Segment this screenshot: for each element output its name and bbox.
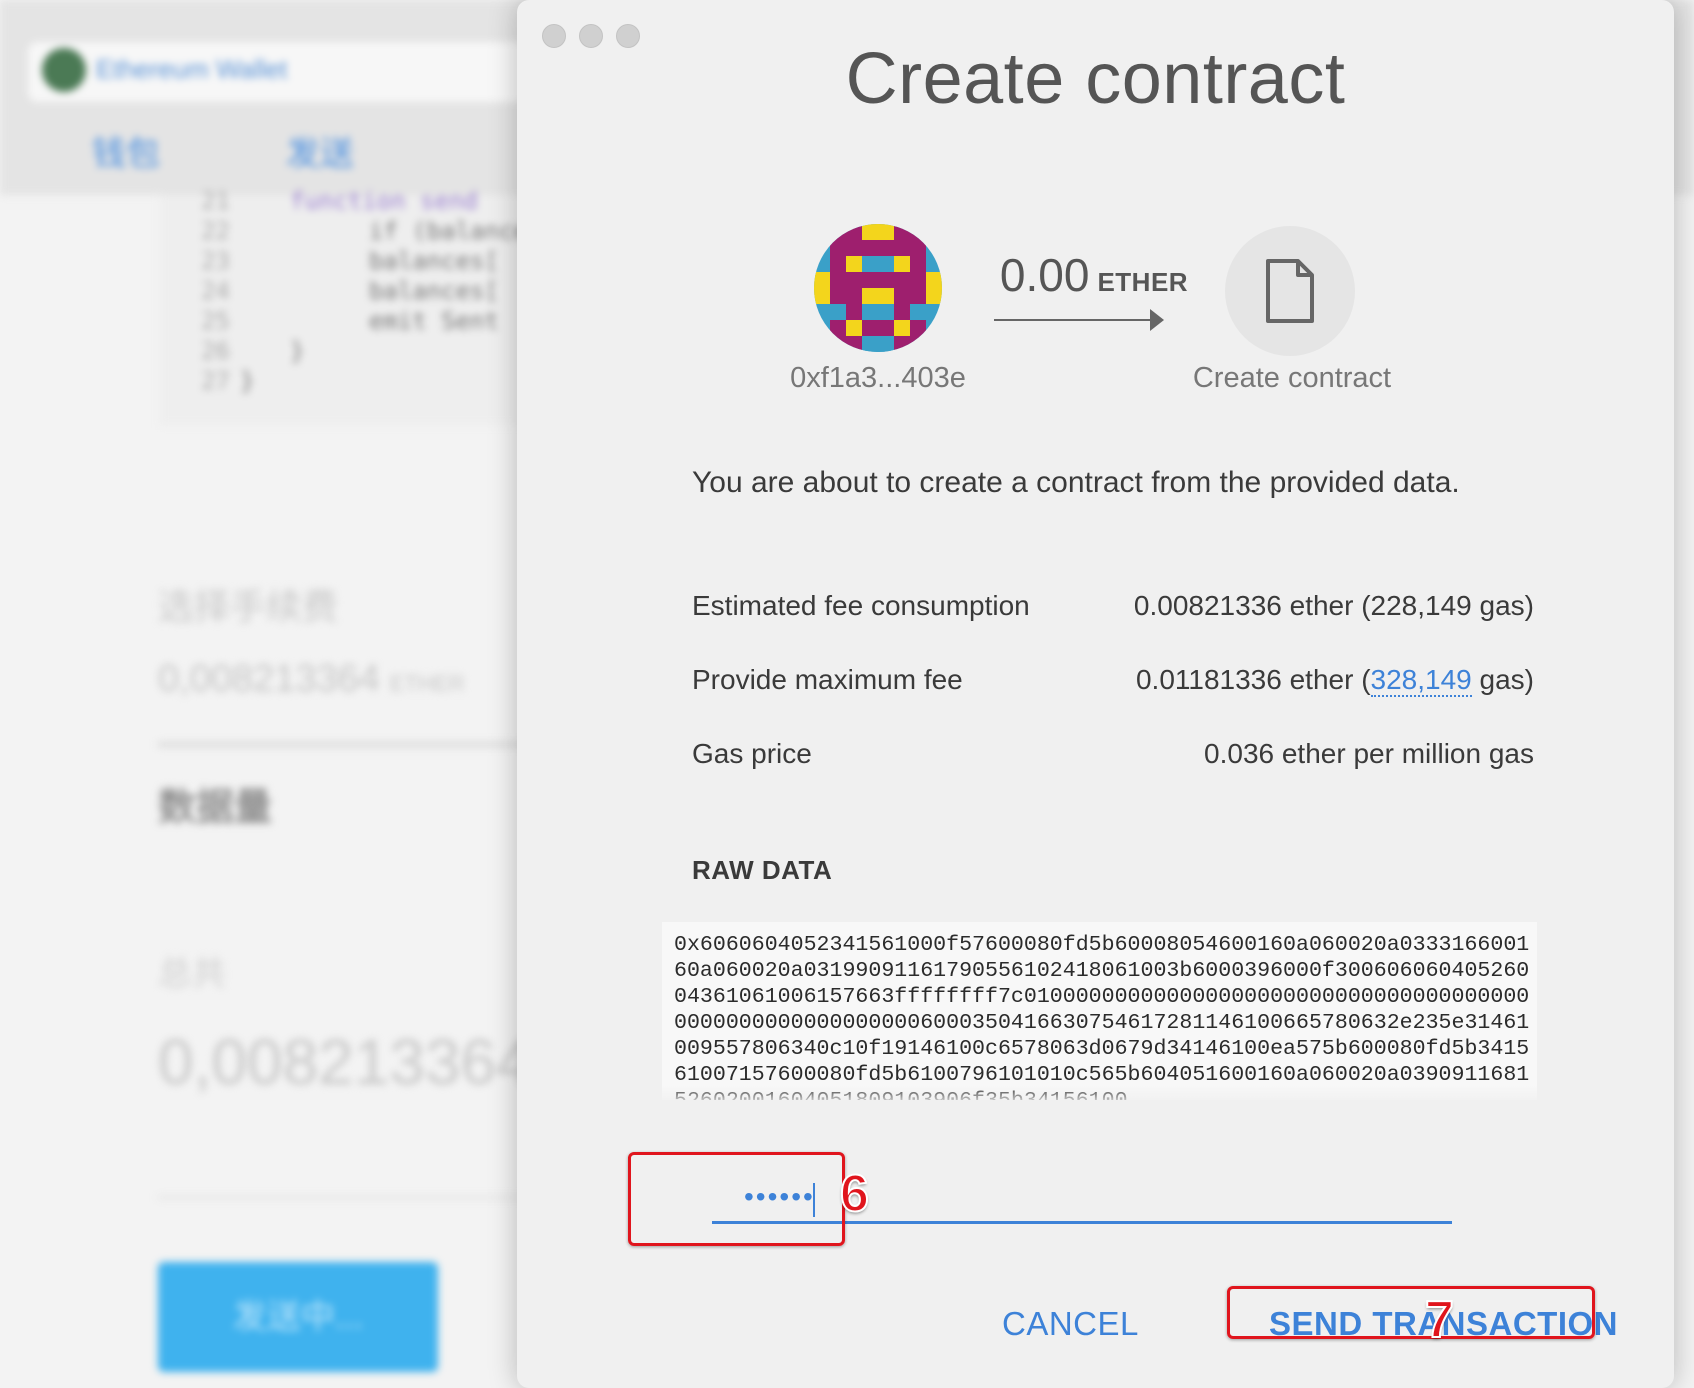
dialog-title: Create contract <box>845 39 1346 119</box>
bg-nav-wallet: 钱包 <box>92 135 160 173</box>
gas-price-value: 0.036 ether per million gas <box>1204 738 1534 769</box>
bg-divider <box>158 742 578 747</box>
intro-text: You are about to create a contract from … <box>692 466 1460 499</box>
bg-code-line: balances[ <box>340 277 499 305</box>
contract-file-icon <box>1225 226 1355 356</box>
bg-fee-value: 0,008213364 ETHER <box>158 658 464 701</box>
bg-line-number: 21 <box>201 187 230 215</box>
wallet-logo-icon <box>42 48 86 92</box>
bg-code-editor: 21 function send 22 if (balance 23 balan… <box>160 187 560 425</box>
bg-divider <box>158 1196 578 1199</box>
max-fee-suffix: gas) <box>1471 664 1534 695</box>
raw-data-box[interactable]: 0x6060604052341561000f57600080fd5b600080… <box>662 922 1537 1100</box>
annotation-box-send <box>1227 1286 1595 1339</box>
annotation-step-6: 6 <box>839 1164 870 1224</box>
raw-data-text: 0x6060604052341561000f57600080fd5b600080… <box>674 933 1530 1100</box>
arrow-right-icon <box>994 309 1164 331</box>
bg-line-number: 24 <box>201 277 230 305</box>
bg-code-line: balances[ <box>340 247 499 275</box>
recipient-label: Create contract <box>1192 362 1392 394</box>
bg-code-line: if (balance <box>340 217 528 245</box>
raw-data-fade <box>662 1085 1537 1105</box>
bg-fee-unit: ETHER <box>389 671 465 696</box>
bg-fee-label: 选择手续费 <box>158 586 339 627</box>
bg-line-number: 23 <box>201 247 230 275</box>
transfer-amount: 0.00 ETHER <box>994 248 1194 302</box>
sender-identicon-icon <box>814 224 942 352</box>
max-fee-label: Provide maximum fee <box>692 664 963 695</box>
bg-nav-send: 发送 <box>286 135 354 173</box>
bg-code-line: } <box>290 337 305 365</box>
bg-code-line: function send <box>290 187 478 215</box>
bg-code-line: } <box>240 367 255 395</box>
amount-unit: ETHER <box>1097 267 1189 297</box>
annotation-step-7: 7 <box>1424 1290 1455 1350</box>
raw-data-title: RAW DATA <box>692 855 833 885</box>
bg-fee-number: 0,008213364 <box>158 658 380 700</box>
max-fee-prefix: 0.01181336 ether ( <box>1135 664 1371 695</box>
create-contract-dialog: Create contract 0xf1a3...403e 0.00ETHER <box>517 0 1674 1388</box>
bg-line-number: 22 <box>201 217 230 245</box>
bg-send-button: 发送中... <box>158 1262 438 1372</box>
estimated-fee-value: 0.00821336 ether (228,149 gas) <box>1133 590 1534 621</box>
cancel-button[interactable]: CANCEL <box>1002 1305 1139 1343</box>
estimated-fee-label: Estimated fee consumption <box>692 590 1030 621</box>
amount-value: 0.00 <box>999 249 1090 301</box>
max-fee-value: 0.01181336 ether (328,149 gas) <box>1135 664 1534 697</box>
bg-total-label: 总共 <box>158 955 226 993</box>
bg-app-title: Ethereum Wallet <box>96 54 288 84</box>
bg-line-number: 27 <box>201 367 230 395</box>
bg-code-line: emit Sent <box>340 307 499 335</box>
annotation-box-password <box>628 1152 845 1246</box>
bg-section-label: 数据量 <box>158 787 273 829</box>
bg-line-number: 26 <box>201 337 230 365</box>
gas-price-label: Gas price <box>692 738 812 769</box>
bg-line-number: 25 <box>201 307 230 335</box>
max-gas-link[interactable]: 328,149 <box>1370 664 1472 697</box>
sender-address: 0xf1a3...403e <box>790 362 966 394</box>
